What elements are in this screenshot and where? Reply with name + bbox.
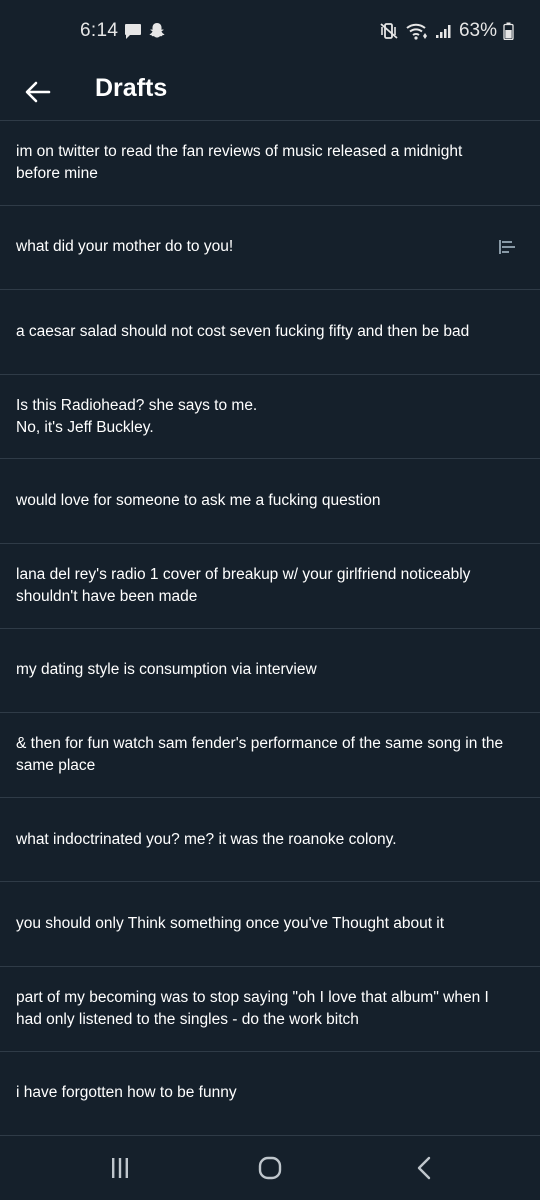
chevron-left-icon [417,1156,431,1180]
draft-item[interactable]: what did your mother do to you! [0,204,540,290]
status-bar: 6:14 63% [0,0,540,62]
draft-text: & then for fun watch sam fender's perfor… [16,734,504,774]
draft-item[interactable]: Is this Radiohead? she says to me. No, i… [0,373,540,459]
home-button[interactable] [250,1150,290,1186]
draft-text: you should only Think something once you… [16,915,445,933]
back-button[interactable] [20,74,56,110]
draft-item[interactable]: part of my becoming was to stop saying "… [0,965,540,1051]
draft-item[interactable]: & then for fun watch sam fender's perfor… [0,712,540,797]
status-time: 6:14 [80,20,119,41]
wifi-icon [406,23,427,40]
draft-item[interactable]: lana del rey's radio 1 cover of breakup … [0,542,540,628]
signal-icon [435,25,451,38]
draft-item[interactable]: i have forgotten how to be funny [0,1050,540,1136]
message-icon [125,23,141,39]
draft-text: what did your mother do to you! [16,238,234,256]
draft-text: would love for someone to ask me a fucki… [16,492,381,510]
recents-button[interactable] [100,1150,140,1186]
battery-percent: 63% [458,20,497,41]
recents-icon [112,1158,128,1178]
battery-icon [503,22,514,40]
draft-text: im on twitter to read the fan reviews of… [16,142,463,182]
draft-item[interactable]: you should only Think something once you… [0,881,540,966]
system-back-button[interactable] [404,1150,444,1186]
draft-text: i have forgotten how to be funny [16,1084,237,1102]
thread-icon [499,240,515,255]
draft-item[interactable]: my dating style is consumption via inter… [0,627,540,713]
draft-item[interactable]: would love for someone to ask me a fucki… [0,458,540,543]
arrow-left-icon [25,81,51,103]
status-right: 63% [379,20,514,42]
drafts-list: im on twitter to read the fan reviews of… [0,120,540,1135]
draft-text: my dating style is consumption via inter… [16,661,317,679]
page-title: Drafts [95,74,168,102]
draft-item[interactable]: a caesar salad should not cost seven fuc… [0,289,540,374]
notification-icons [124,22,166,40]
draft-text: part of my becoming was to stop saying "… [16,988,489,1028]
vibrate-mute-icon [380,23,398,39]
draft-text: what indoctrinated you? me? it was the r… [16,830,397,848]
draft-text: a caesar salad should not cost seven fuc… [16,322,470,340]
draft-item[interactable]: im on twitter to read the fan reviews of… [0,120,540,205]
system-nav-bar [0,1135,540,1200]
draft-text: lana del rey's radio 1 cover of breakup … [16,565,471,605]
app-header: Drafts [0,62,540,122]
drafts-screen: 6:14 63% Drafts im on twitter to read th… [0,0,540,1200]
draft-item[interactable]: what indoctrinated you? me? it was the r… [0,796,540,882]
home-icon [258,1156,282,1180]
snapchat-icon [149,23,165,38]
draft-text: Is this Radiohead? she says to me. No, i… [16,396,258,436]
